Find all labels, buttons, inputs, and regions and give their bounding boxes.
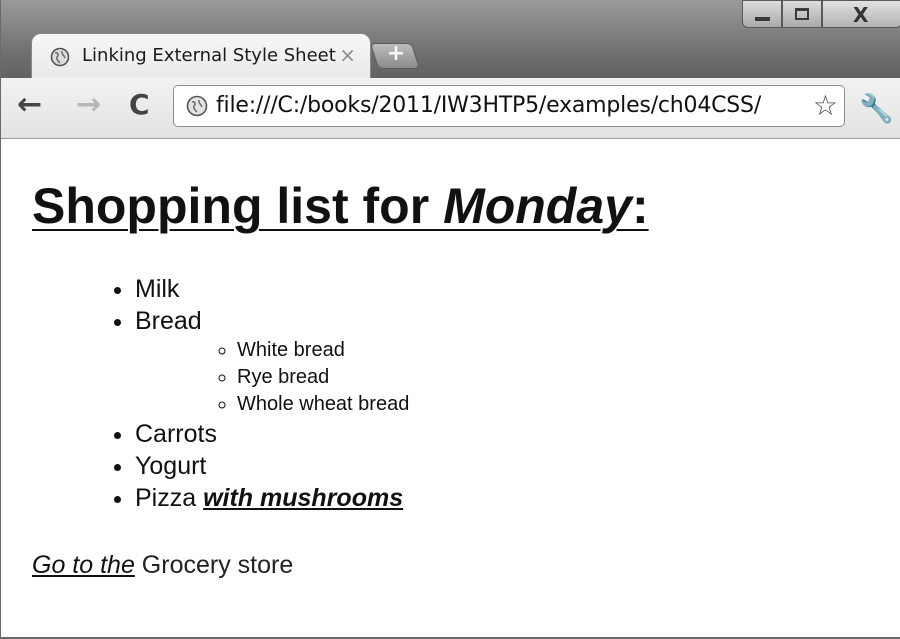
bread-sublist: White bread Rye bread Whole wheat bread — [135, 337, 409, 418]
sublist-item: Whole wheat bread — [237, 391, 409, 418]
forward-arrow-icon[interactable]: → — [76, 90, 101, 120]
tab-strip: Linking External Style Sheet × + X — [1, 0, 900, 79]
address-text[interactable]: file:///C:/books/2011/IW3HTP5/examples/c… — [216, 93, 761, 118]
wrench-menu-icon[interactable]: 🔧 — [859, 92, 894, 125]
back-arrow-icon[interactable]: ← — [17, 90, 42, 120]
minimize-icon — [755, 17, 770, 21]
address-bar[interactable]: file:///C:/books/2011/IW3HTP5/examples/c… — [173, 85, 845, 127]
emphasis-text: with mushrooms — [203, 484, 404, 512]
list-item: Milk — [135, 273, 409, 305]
sublist-item: Rye bread — [237, 364, 409, 391]
plus-icon: + — [386, 41, 406, 66]
close-tab-icon[interactable]: × — [339, 43, 356, 67]
toolbar: ← → C file:///C:/books/2011/IW3HTP5/exam… — [1, 78, 900, 139]
close-icon: X — [853, 3, 869, 27]
maximize-button[interactable] — [782, 0, 822, 28]
globe-icon — [186, 95, 208, 117]
list-item: Pizza with mushrooms — [135, 482, 409, 514]
heading-day: Monday — [443, 178, 632, 234]
footer-paragraph: Go to the Grocery store — [32, 551, 293, 580]
heading-suffix: : — [631, 178, 649, 234]
sublist-item: White bread — [237, 337, 409, 364]
shopping-list: Milk Bread White bread Rye bread Whole w… — [69, 273, 409, 514]
globe-icon — [50, 47, 70, 67]
list-item: Yogurt — [135, 450, 409, 482]
browser-window: Linking External Style Sheet × + X ← → C — [0, 0, 900, 639]
grocery-link[interactable]: Go to the — [32, 551, 135, 579]
page-content: Shopping list for Monday: Milk Bread Whi… — [1, 139, 900, 637]
minimize-button[interactable] — [742, 0, 782, 28]
tab-active[interactable]: Linking External Style Sheet × — [31, 33, 371, 79]
list-item: Bread White bread Rye bread Whole wheat … — [135, 305, 409, 418]
list-item-label: Pizza — [135, 484, 204, 512]
reload-icon[interactable]: C — [129, 90, 150, 120]
maximize-icon — [795, 8, 809, 20]
close-window-button[interactable]: X — [822, 0, 900, 28]
list-item-label: Bread — [135, 307, 202, 335]
bookmark-star-icon[interactable]: ☆ — [813, 89, 838, 122]
footer-rest: Grocery store — [134, 551, 294, 579]
tab-title: Linking External Style Sheet — [82, 45, 336, 66]
page-title: Shopping list for Monday: — [32, 177, 649, 235]
heading-prefix: Shopping list for — [32, 178, 444, 234]
list-item: Carrots — [135, 418, 409, 450]
